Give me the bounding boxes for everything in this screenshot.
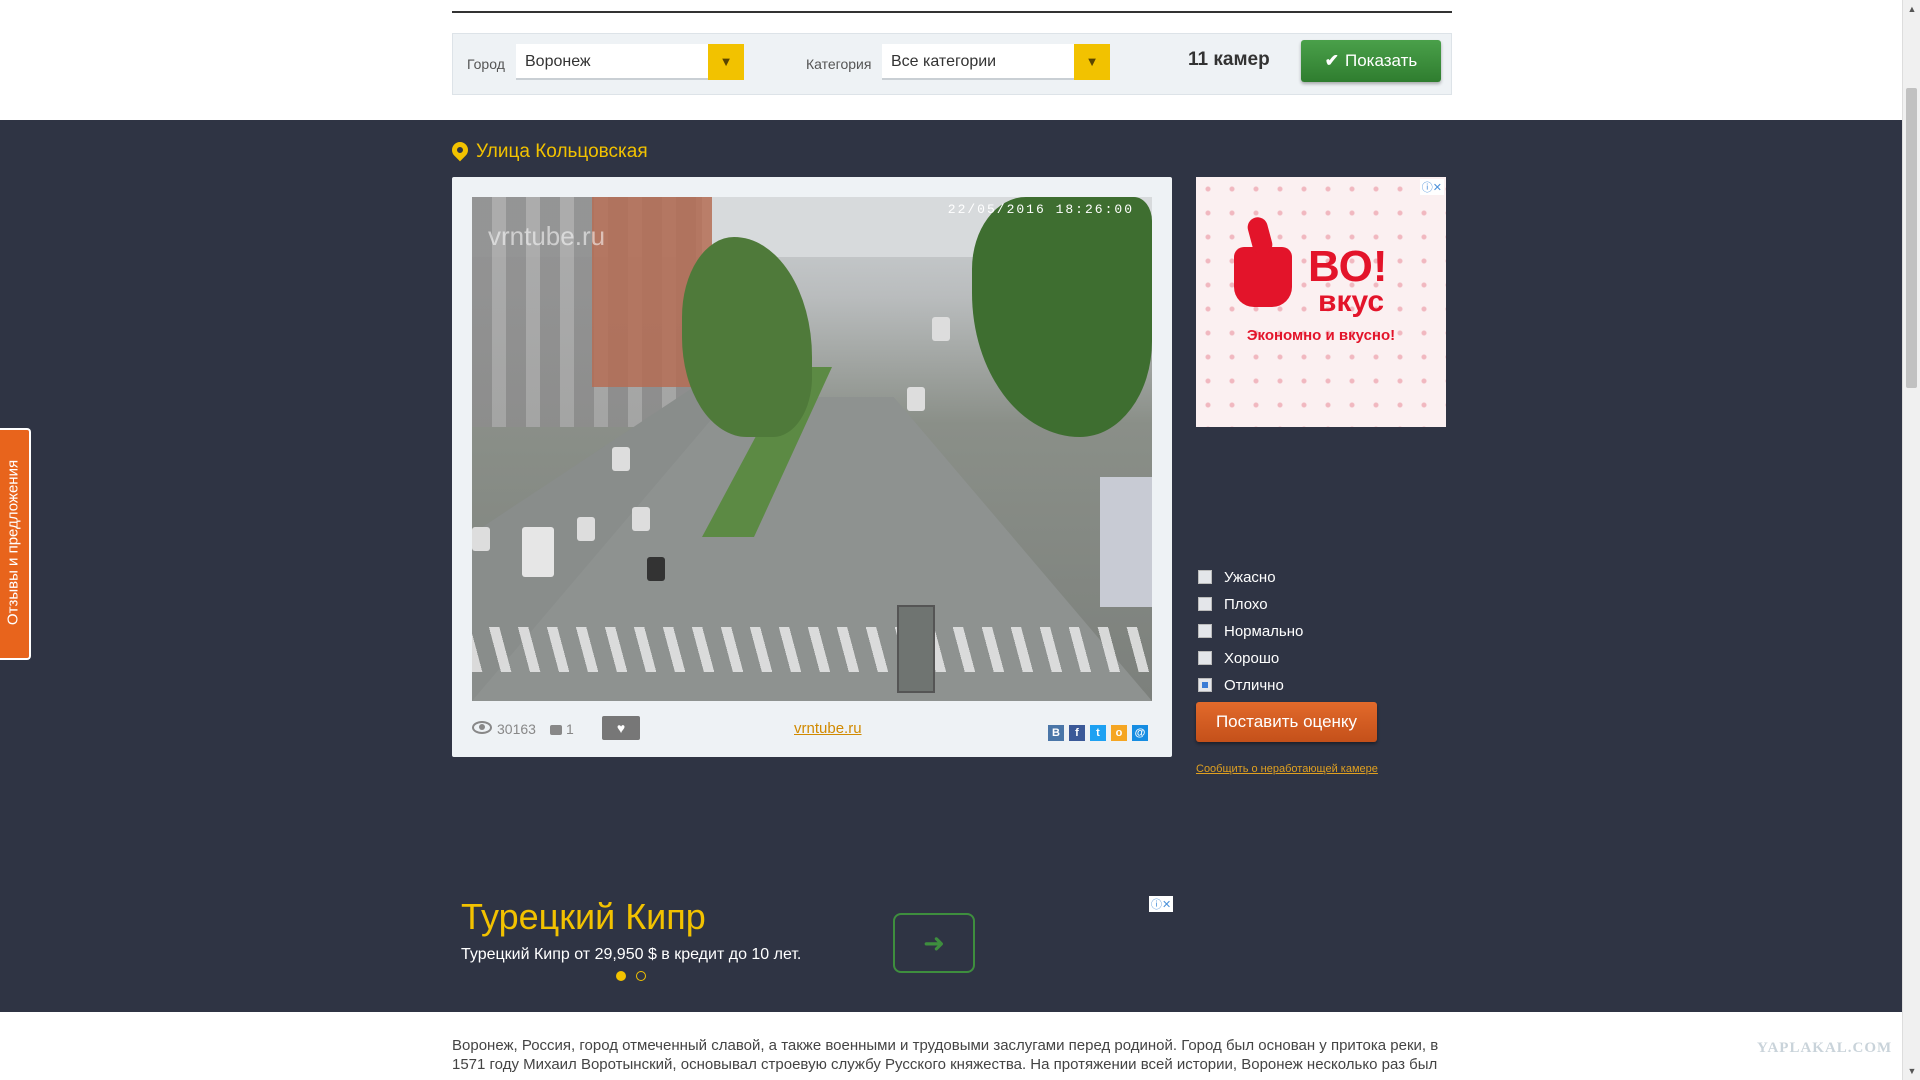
feedback-tab-label: Отзывы и предложения [4, 459, 22, 626]
video-car [632, 507, 650, 531]
rating-checkbox[interactable] [1198, 597, 1212, 611]
ad-close-icon[interactable]: ⓘ✕ [1149, 896, 1174, 912]
comment-count[interactable]: 1 [566, 721, 574, 737]
camera-title: Улица Кольцовская [448, 138, 648, 163]
view-count: 30163 [497, 721, 536, 737]
rating-label: Нормально [1224, 623, 1304, 640]
twitter-share-icon[interactable]: t [1090, 725, 1106, 741]
chevron-down-icon[interactable]: ▼ [708, 44, 744, 80]
video-watermark: vrntube.ru [488, 221, 606, 251]
city-select-value: Воронеж [525, 53, 591, 70]
promo-next-button[interactable]: ➜ [893, 913, 975, 973]
camera-title-text: Улица Кольцовская [476, 141, 648, 162]
divider [452, 11, 1452, 13]
vk-share-icon[interactable]: В [1048, 725, 1064, 741]
thumbs-up-icon [1234, 247, 1292, 307]
location-pin-icon [448, 138, 472, 162]
odnoklassniki-share-icon[interactable]: o [1111, 725, 1127, 741]
scroll-down-arrow-icon[interactable]: ▼ [1903, 1062, 1920, 1080]
ad-banner[interactable]: ⓘ✕ ВО! вкус Экономно и вкусно! [1196, 177, 1446, 427]
rating-label: Хорошо [1224, 650, 1280, 667]
camera-video[interactable]: vrntube.ru 22/05/2016 18:26:00 [472, 197, 1152, 701]
city-description: Воронеж, Россия, город отмеченный славой… [452, 1037, 1439, 1073]
video-car [472, 527, 490, 551]
show-button[interactable]: ✔ Показать [1301, 40, 1441, 82]
comment-icon [549, 725, 562, 735]
carousel-dot[interactable] [636, 971, 646, 981]
carousel-dot[interactable] [616, 971, 626, 981]
mailru-share-icon[interactable]: @ [1132, 725, 1148, 741]
rating-checkbox[interactable] [1198, 678, 1212, 692]
category-select[interactable]: Все категории ▼ [882, 44, 1110, 80]
heart-icon: ♥ [616, 720, 626, 736]
video-car [647, 557, 665, 581]
ad-tagline: Экономно и вкусно! [1246, 327, 1396, 344]
video-car [907, 387, 925, 411]
favorite-button[interactable]: ♥ [602, 716, 640, 740]
promo-title[interactable]: Турецкий Кипр [461, 896, 706, 938]
video-billboard [1100, 477, 1152, 607]
camera-source-link[interactable]: vrntube.ru [794, 720, 862, 737]
facebook-share-icon[interactable]: f [1069, 725, 1085, 741]
video-car [612, 447, 630, 471]
video-crosswalk [472, 627, 1152, 672]
feedback-tab[interactable]: Отзывы и предложения [0, 428, 31, 660]
video-timestamp: 22/05/2016 18:26:00 [947, 202, 1134, 217]
ad-close-icon[interactable]: ⓘ✕ [1419, 179, 1444, 195]
category-label: Категория [806, 56, 872, 72]
eye-icon [472, 721, 492, 734]
rating-checkbox[interactable] [1198, 624, 1212, 638]
report-broken-camera-link[interactable]: Сообщить о неработающей камере [1196, 763, 1378, 775]
video-bus [522, 527, 554, 577]
ad-brand-sub: вкус [1318, 285, 1385, 318]
video-car [577, 517, 595, 541]
video-trees [682, 237, 812, 437]
arrow-right-icon: ➜ [923, 928, 945, 958]
city-select[interactable]: Воронеж ▼ [516, 44, 744, 80]
scroll-up-arrow-icon[interactable]: ▲ [1903, 0, 1920, 18]
rating-label: Плохо [1224, 596, 1268, 613]
camera-stats: 30163 1 ♥ [472, 716, 640, 740]
top-area: Город Воронеж ▼ Категория Все категории … [0, 0, 1902, 120]
video-card: vrntube.ru 22/05/2016 18:26:00 30163 1 ♥ … [452, 177, 1172, 757]
city-label: Город [467, 56, 505, 72]
chevron-down-icon[interactable]: ▼ [1074, 44, 1110, 80]
share-buttons: Вf t o @ [1043, 723, 1148, 741]
scroll-thumb[interactable] [1906, 88, 1917, 388]
video-kiosk [897, 605, 935, 693]
rating-checkbox[interactable] [1198, 651, 1212, 665]
filter-bar: Город Воронеж ▼ Категория Все категории … [452, 33, 1452, 95]
video-trees [972, 197, 1152, 437]
rating-label: Отлично [1224, 677, 1284, 694]
ad-brand: ВО! [1308, 242, 1388, 291]
show-button-label: Показать [1344, 51, 1418, 70]
rating-checkbox[interactable] [1198, 570, 1212, 584]
check-icon: ✔ [1324, 51, 1339, 70]
submit-rating-button[interactable]: Поставить оценку [1196, 702, 1377, 742]
rating-label: Ужасно [1224, 569, 1276, 586]
scrollbar[interactable]: ▲ ▼ [1902, 0, 1920, 1080]
video-car [932, 317, 950, 341]
camera-count: 11 камер [1188, 49, 1270, 70]
promo-subtitle[interactable]: Турецкий Кипр от 29,950 $ в кредит до 10… [461, 946, 801, 964]
site-watermark: YAPLAKAL.COM [1757, 1040, 1893, 1056]
category-select-value: Все категории [891, 53, 997, 70]
